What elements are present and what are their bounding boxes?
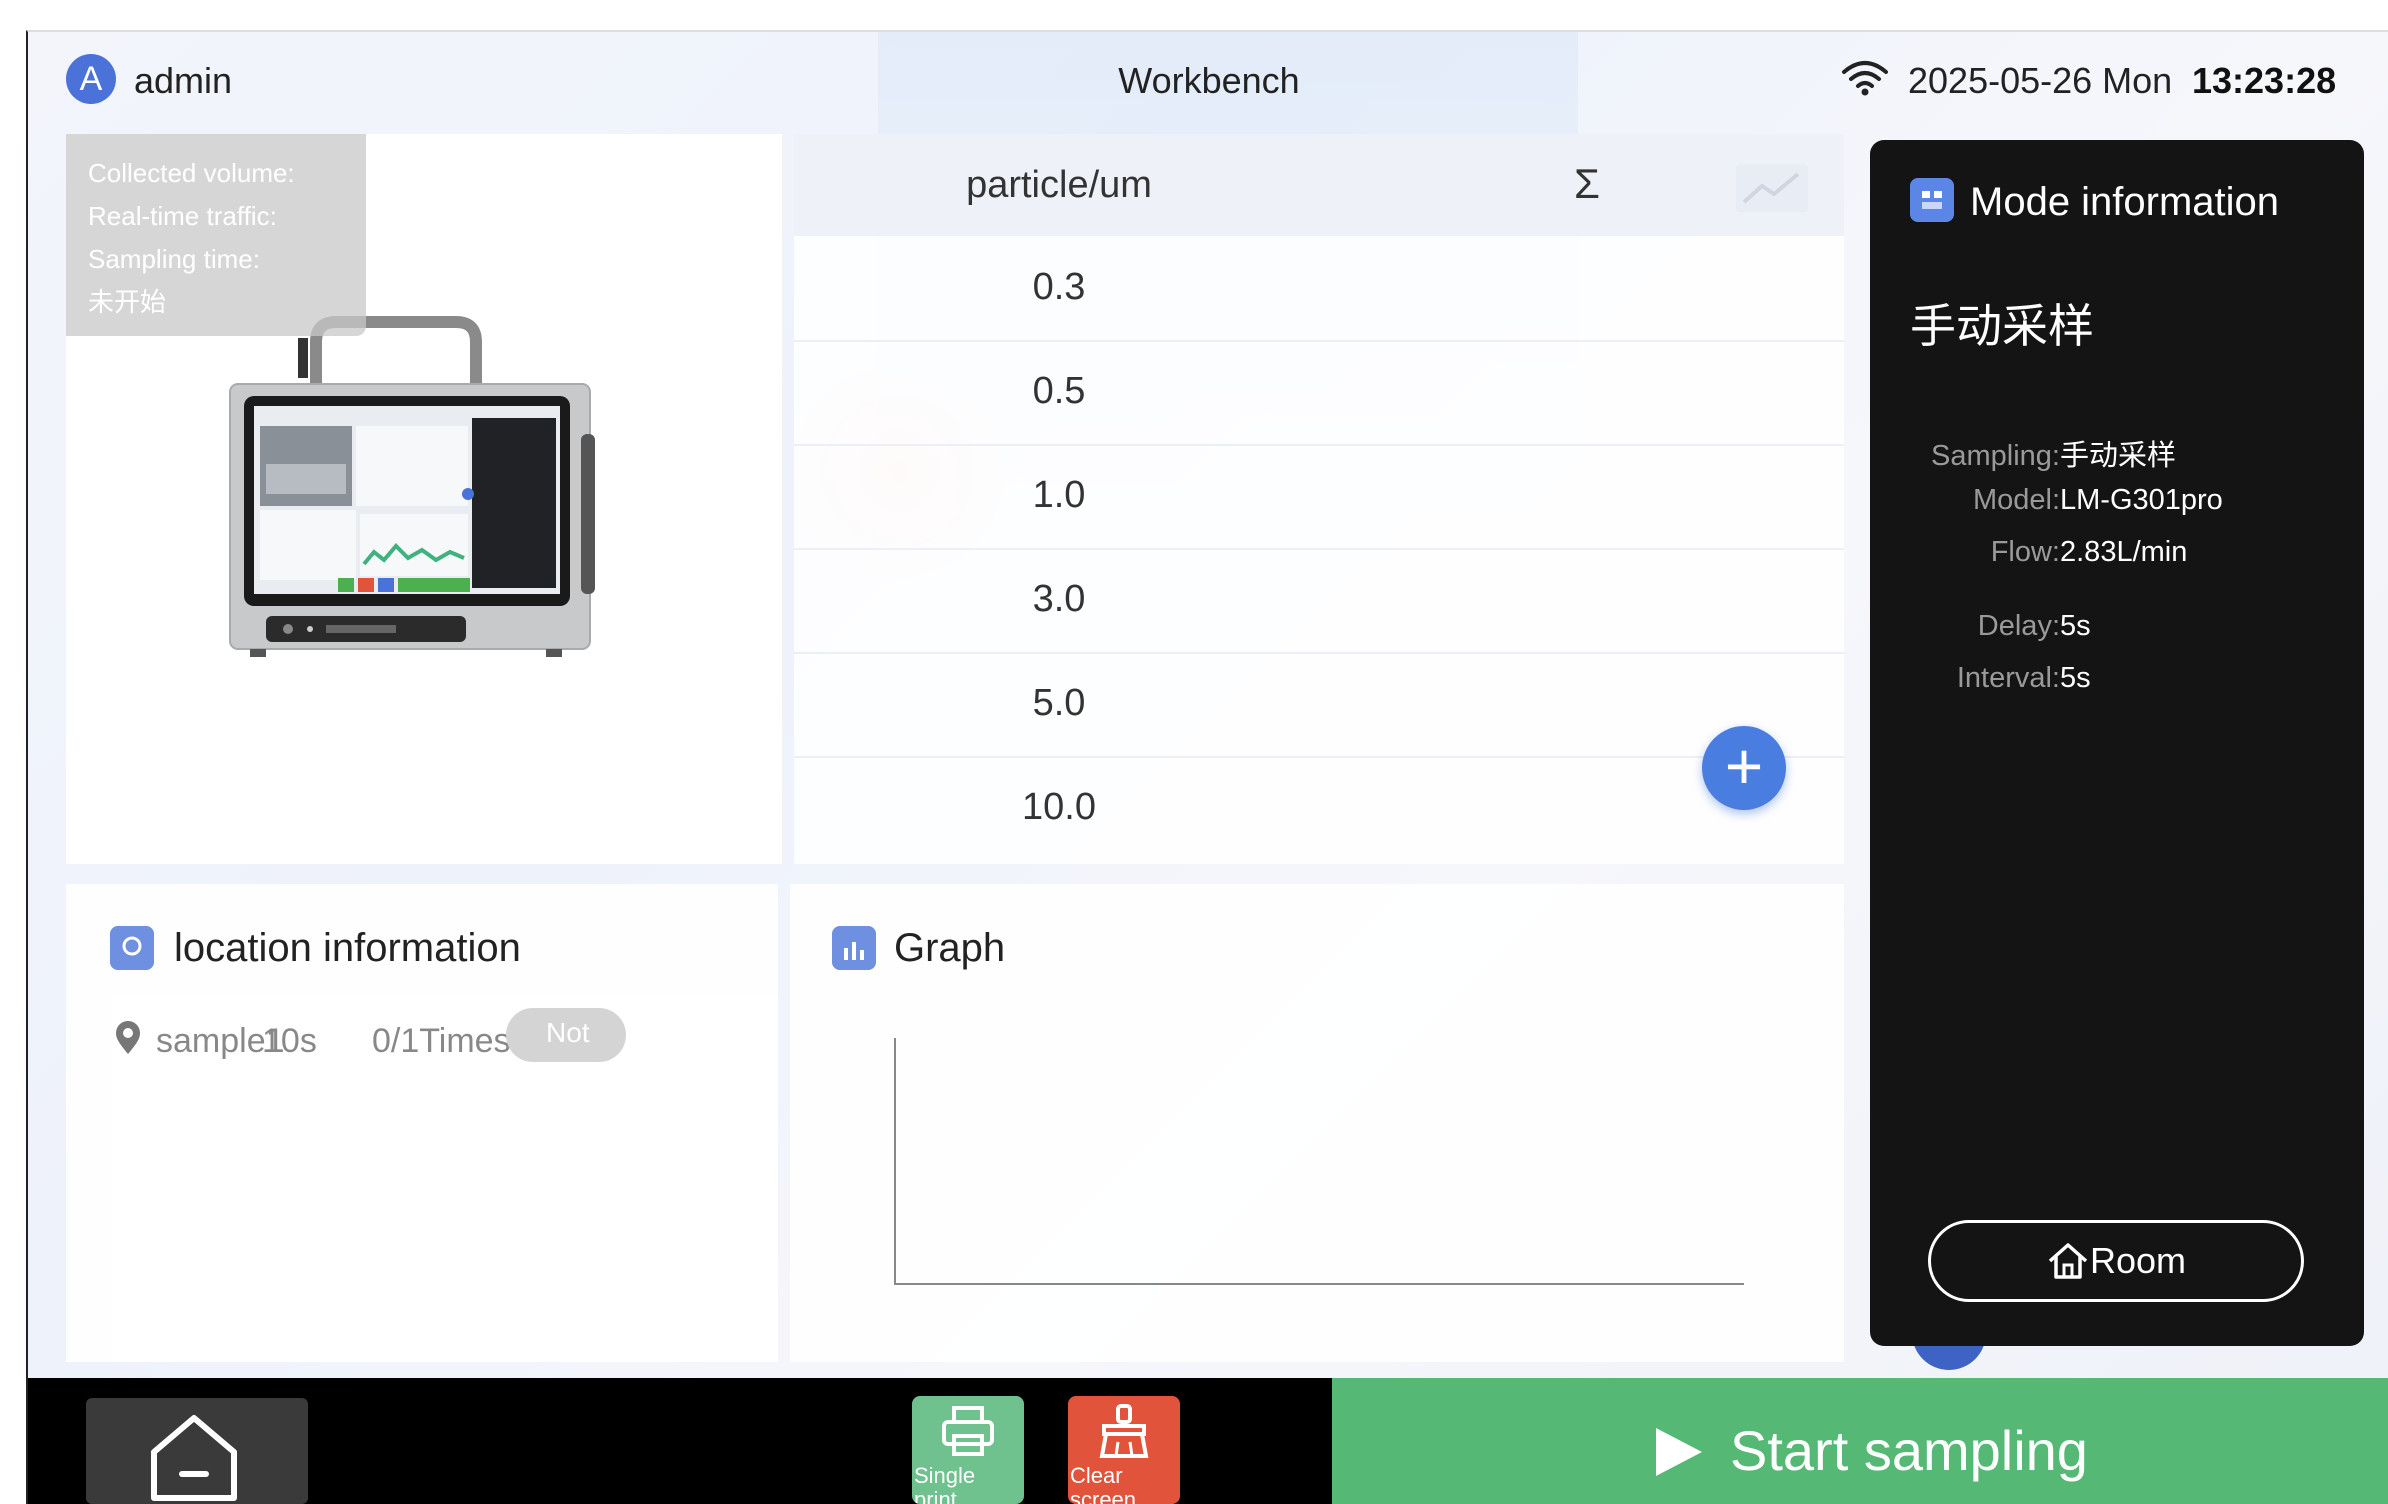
list-item[interactable]: sample1 10s 0/1Times Not	[112, 996, 778, 1362]
location-panel: location information sample1 10s 0/1Time…	[66, 884, 778, 1362]
table-row: 5.0	[794, 652, 1844, 758]
printer-icon	[942, 1406, 994, 1456]
single-print-label: Single print	[914, 1463, 976, 1504]
column-header-particle-size: particle/um	[966, 164, 1152, 206]
delay-label: Delay:	[1977, 610, 2060, 642]
map-pin-icon	[116, 1021, 140, 1054]
header-bar: A admin Workbench 2025-05-26 Mon 13:23:2…	[28, 32, 2388, 132]
date-readout: 2025-05-26 Mon	[1908, 60, 2173, 101]
mode-information-panel: Mode information 手动采样 Sampling:手动采样 Mode…	[1870, 140, 2364, 1346]
play-icon	[1656, 1428, 1702, 1476]
status-badge: Not	[506, 1008, 626, 1062]
start-sampling-label: Start sampling	[1730, 1419, 2088, 1482]
model-label: Model:	[1972, 484, 2060, 516]
room-button[interactable]: Room	[1928, 1220, 2304, 1302]
home-icon	[151, 1415, 237, 1501]
interval-value: 5s	[2060, 662, 2091, 694]
mode-title: Mode information	[1970, 180, 2280, 224]
graph-title: Graph	[894, 926, 1006, 970]
particle-size: 3.0	[1032, 578, 1086, 620]
single-print-button[interactable]: Single print	[912, 1396, 1024, 1504]
time-readout: 13:23:28	[2192, 60, 2337, 101]
delay-row: Delay:5s	[1870, 610, 2091, 643]
table-row: 10.0	[794, 756, 1844, 860]
sampling-value: 手动采样	[2060, 440, 2177, 472]
column-header-sum: Σ	[1574, 160, 1600, 207]
house-icon	[2048, 1243, 2088, 1279]
start-sampling-button[interactable]: Start sampling	[1332, 1378, 2388, 1504]
particle-size: 5.0	[1032, 682, 1086, 724]
table-row: 0.5	[794, 340, 1844, 446]
particle-size: 0.3	[1032, 266, 1086, 308]
model-value: LM-G301pro	[2060, 484, 2223, 516]
flow-label: Flow:	[1990, 536, 2060, 568]
device-image	[229, 316, 595, 657]
sampling-label: Sampling:	[1931, 440, 2060, 472]
wifi-icon	[1842, 61, 1888, 96]
line-chart-icon[interactable]	[1734, 162, 1810, 214]
bar-chart-icon	[832, 926, 876, 970]
collected-volume-label: Collected volume:	[88, 158, 295, 188]
device-panel: Collected volume: Real-time traffic: Sam…	[66, 134, 782, 864]
interval-row: Interval:5s	[1870, 662, 2091, 695]
bottom-bar: Single print Clear screen Start sampling	[28, 1378, 2388, 1504]
table-row: 0.3	[794, 236, 1844, 342]
table-row: 3.0	[794, 548, 1844, 654]
clear-screen-button[interactable]: Clear screen	[1068, 1396, 1180, 1504]
clear-screen-label: Clear screen	[1070, 1463, 1137, 1504]
delay-value: 5s	[2060, 610, 2091, 642]
table-header: particle/um Σ	[794, 134, 1844, 236]
graph-panel: Graph	[790, 884, 1844, 1362]
particle-size: 10.0	[1022, 786, 1096, 828]
screen: A admin Workbench 2025-05-26 Mon 13:23:2…	[26, 30, 2388, 1504]
interval-label: Interval:	[1956, 662, 2060, 694]
location-title: location information	[174, 926, 521, 970]
broom-icon	[1099, 1404, 1149, 1458]
grid-icon	[1910, 178, 1954, 222]
sampling-info-overlay: Collected volume: Real-time traffic: Sam…	[66, 134, 366, 336]
flow-value: 2.83L/min	[2060, 536, 2188, 568]
particle-table: particle/um Σ 0.3 0.5 1.0 3.0 5.0 10.0 +	[794, 134, 1844, 864]
home-button[interactable]	[86, 1398, 308, 1504]
add-button[interactable]: +	[1702, 726, 1786, 810]
location-times: 0/1Times	[372, 1022, 511, 1060]
room-label: Room	[2089, 1240, 2187, 1281]
table-row: 1.0	[794, 444, 1844, 550]
realtime-traffic-label: Real-time traffic:	[88, 201, 277, 231]
graph-axes	[894, 1038, 1744, 1285]
sampling-time-label: Sampling time:	[88, 244, 260, 274]
particle-size: 1.0	[1032, 474, 1086, 516]
flow-row: Flow:2.83L/min	[1870, 536, 2188, 569]
location-icon	[110, 926, 154, 970]
sampling-status: 未开始	[88, 287, 167, 317]
model-row: Model:LM-G301pro	[1870, 484, 2223, 517]
sampling-row: Sampling:手动采样	[1870, 432, 2176, 474]
mode-name: 手动采样	[1910, 300, 2094, 352]
location-duration: 10s	[262, 1022, 317, 1060]
particle-size: 0.5	[1032, 370, 1086, 412]
